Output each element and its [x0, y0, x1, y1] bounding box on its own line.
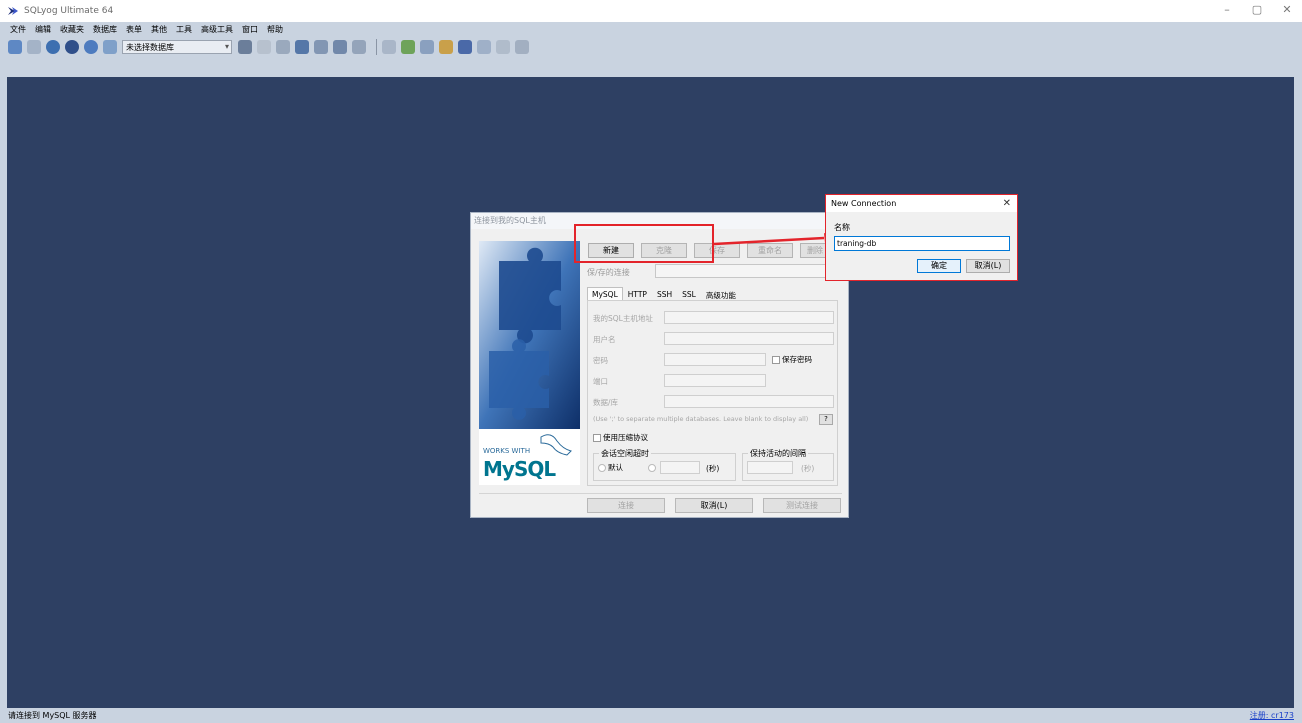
execute-all-icon[interactable]: [103, 40, 117, 54]
new-connection-icon[interactable]: [8, 40, 22, 54]
export-icon[interactable]: [439, 40, 453, 54]
title-bar: SQLyog Ultimate 64 – ▢ ✕: [0, 0, 1302, 22]
database-select[interactable]: 未选择数据库 ▾: [122, 40, 232, 54]
toolbar-divider: [376, 39, 377, 55]
help-button[interactable]: ?: [819, 414, 833, 425]
new-connection-title-bar: New Connection ✕: [826, 195, 1017, 212]
keepalive-group: 保持活动的间隔 (秒): [742, 448, 834, 481]
port-label: 端口: [593, 377, 608, 386]
menu-tools[interactable]: 工具: [176, 24, 192, 35]
database-label: 数据/库: [593, 398, 619, 407]
password-label: 密码: [593, 356, 608, 365]
query-builder-icon[interactable]: [382, 40, 396, 54]
saved-connection-label: 保/存的连接: [587, 268, 630, 277]
notifications-icon[interactable]: [477, 40, 491, 54]
session-seconds-label: (秒): [706, 464, 720, 473]
status-bar: 请连接到 MySQL 服务器 注册: cr173: [0, 708, 1302, 723]
connection-name-input[interactable]: traning-db: [834, 236, 1010, 251]
name-label: 名称: [834, 223, 850, 232]
session-timeout-title: 会话空闲超时: [599, 448, 651, 459]
mysql-logo: MySQL: [483, 457, 556, 481]
user-input[interactable]: [664, 332, 834, 345]
dialog-divider: [479, 493, 842, 494]
database-input[interactable]: [664, 395, 834, 408]
annotation-arrow: [713, 233, 836, 246]
close-window-button[interactable]: ✕: [1272, 0, 1302, 22]
host-input[interactable]: [664, 311, 834, 324]
cancel-new-connection-button[interactable]: 取消(L): [966, 259, 1010, 273]
dialog-footer: 连接 取消(L) 测试连接: [587, 498, 851, 513]
default-label: 默认: [608, 463, 623, 472]
mysql-puzzle-banner: WORKS WITH MySQL: [479, 241, 580, 485]
test-connection-button[interactable]: 测试连接: [763, 498, 841, 513]
port-input[interactable]: [664, 374, 766, 387]
connect-button[interactable]: 连接: [587, 498, 665, 513]
host-label: 我的SQL主机地址: [593, 314, 653, 323]
connection-icon[interactable]: [27, 40, 41, 54]
restore-icon[interactable]: [276, 40, 290, 54]
user-label: 用户名: [593, 335, 616, 344]
registration-link[interactable]: 注册: cr173: [1250, 710, 1294, 721]
execute-icon[interactable]: [84, 40, 98, 54]
chevron-down-icon: ▾: [224, 42, 229, 51]
ok-button[interactable]: 确定: [917, 259, 961, 273]
mysql-tab-panel: 我的SQL主机地址 用户名 密码 保存密码 端口 数据/库 (Use ';' t…: [587, 300, 838, 486]
import-icon[interactable]: [420, 40, 434, 54]
menu-help[interactable]: 帮助: [267, 24, 283, 35]
job-agent-icon[interactable]: [458, 40, 472, 54]
checkbox-icon: [593, 434, 601, 442]
table-data-icon[interactable]: [333, 40, 347, 54]
schema-designer-icon[interactable]: [401, 40, 415, 54]
new-connection-dialog: New Connection ✕ 名称 traning-db 确定 取消(L): [825, 194, 1018, 281]
backup-icon[interactable]: [257, 40, 271, 54]
menu-bar: 文件 编辑 收藏夹 数据库 表单 其他 工具 高级工具 窗口 帮助: [0, 22, 1302, 36]
password-input[interactable]: [664, 353, 766, 366]
menu-window[interactable]: 窗口: [242, 24, 258, 35]
new-connection-title: New Connection: [831, 199, 897, 208]
user-manager-icon[interactable]: [238, 40, 252, 54]
save-password-checkbox[interactable]: 保存密码: [772, 354, 812, 365]
menu-database[interactable]: 数据库: [93, 24, 117, 35]
close-icon[interactable]: ✕: [1003, 195, 1011, 212]
maximize-button[interactable]: ▢: [1242, 0, 1272, 22]
grid-layout-icon[interactable]: [515, 40, 529, 54]
data-sync-icon[interactable]: [496, 40, 510, 54]
sqlyog-logo-icon: [8, 7, 18, 15]
cancel-button[interactable]: 取消(L): [675, 498, 753, 513]
menu-edit[interactable]: 编辑: [35, 24, 51, 35]
keepalive-seconds-label: (秒): [801, 464, 815, 473]
menu-favorites[interactable]: 收藏夹: [60, 24, 84, 35]
compress-checkbox[interactable]: 使用压缩协议: [593, 432, 648, 443]
refresh-icon[interactable]: [46, 40, 60, 54]
radio-icon: [598, 464, 606, 472]
window-controls: – ▢ ✕: [1212, 0, 1302, 22]
toolbar: 未选择数据库 ▾: [0, 36, 1302, 58]
annotation-highlight-box: [574, 224, 714, 263]
minimize-button[interactable]: –: [1212, 0, 1242, 22]
saved-connection-select[interactable]: [655, 264, 835, 278]
menu-advanced-tools[interactable]: 高级工具: [201, 24, 233, 35]
keepalive-title: 保持活动的间隔: [748, 448, 808, 459]
stop-icon[interactable]: [65, 40, 79, 54]
default-radio[interactable]: 默认: [598, 462, 623, 473]
session-timeout-input[interactable]: [660, 461, 700, 474]
compress-label: 使用压缩协议: [603, 433, 648, 442]
database-select-value: 未选择数据库: [126, 42, 174, 52]
table-export-icon[interactable]: [352, 40, 366, 54]
database-hint: (Use ';' to separate multiple databases.…: [593, 415, 809, 423]
status-message: 请连接到 MySQL 服务器: [8, 711, 97, 720]
works-with-label: WORKS WITH: [483, 447, 531, 455]
save-password-label: 保存密码: [782, 355, 812, 364]
checkbox-icon: [772, 356, 780, 364]
custom-timeout-radio[interactable]: [648, 464, 656, 472]
table-icon[interactable]: [314, 40, 328, 54]
keepalive-input[interactable]: [747, 461, 793, 474]
schema-sync-icon[interactable]: [295, 40, 309, 54]
menu-other[interactable]: 其他: [151, 24, 167, 35]
session-timeout-group: 会话空闲超时 默认 (秒): [593, 448, 736, 481]
window-title: SQLyog Ultimate 64: [24, 6, 114, 16]
menu-table[interactable]: 表单: [126, 24, 142, 35]
menu-file[interactable]: 文件: [10, 24, 26, 35]
